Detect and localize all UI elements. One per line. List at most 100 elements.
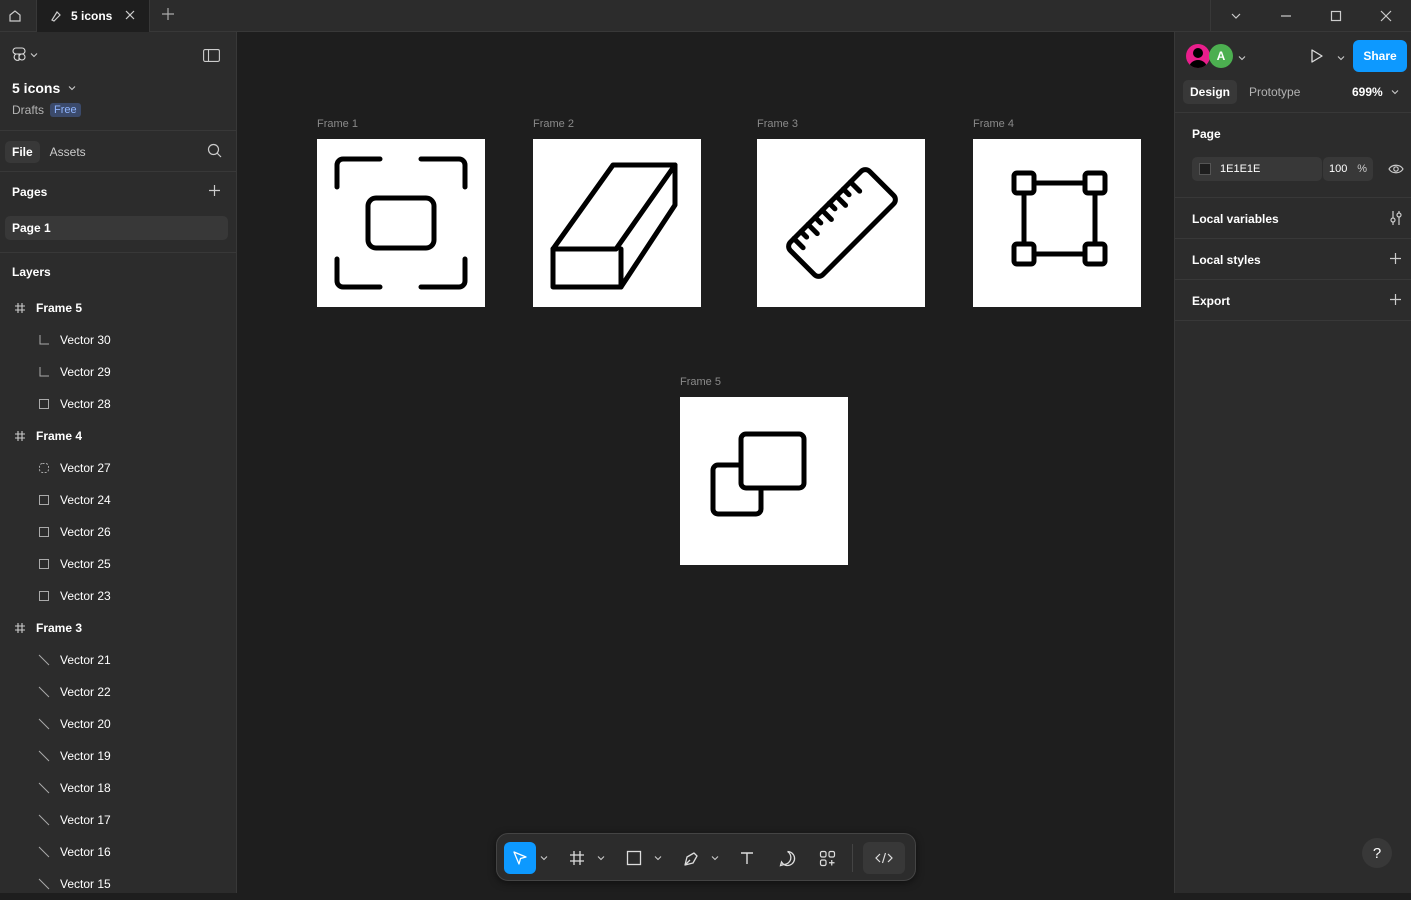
layer-row[interactable]: Vector 24	[0, 484, 236, 516]
present-chevron-down-icon[interactable]	[1337, 51, 1345, 65]
minimize-icon[interactable]	[1261, 0, 1311, 31]
tab-assets[interactable]: Assets	[50, 145, 86, 159]
page-item-page-1[interactable]: Page 1	[5, 216, 228, 240]
help-button[interactable]: ?	[1362, 838, 1392, 868]
page-item-label: Page 1	[12, 221, 51, 235]
zoom-menu[interactable]: 699%	[1352, 85, 1399, 99]
frame-2[interactable]	[533, 139, 701, 307]
frame-5-label[interactable]: Frame 5	[680, 376, 721, 388]
vector-line-icon	[36, 686, 52, 698]
layer-row[interactable]: Vector 23	[0, 580, 236, 612]
layer-row[interactable]: Vector 26	[0, 516, 236, 548]
frame-5[interactable]	[680, 397, 848, 565]
frame-4-label[interactable]: Frame 4	[973, 118, 1014, 130]
layer-label: Vector 15	[60, 877, 111, 891]
maximize-icon[interactable]	[1311, 0, 1361, 31]
window-close-icon[interactable]	[1361, 0, 1411, 31]
export-heading: Export	[1192, 294, 1231, 308]
layer-row[interactable]: Vector 20	[0, 708, 236, 740]
layer-row[interactable]: Vector 17	[0, 804, 236, 836]
move-tool-button[interactable]	[504, 842, 536, 874]
present-play-icon[interactable]	[1309, 48, 1325, 67]
sidebar-toggle-icon[interactable]	[203, 49, 220, 65]
layer-row[interactable]: Vector 21	[0, 644, 236, 676]
pen-tool-button[interactable]	[675, 842, 707, 874]
frame-4[interactable]	[973, 139, 1141, 307]
move-tool-chevron-down-icon[interactable]	[538, 842, 550, 874]
share-button[interactable]: Share	[1353, 40, 1407, 72]
frame-2-label[interactable]: Frame 2	[533, 118, 574, 130]
page-color-field[interactable]: 1E1E1E	[1192, 157, 1322, 181]
layer-label: Vector 29	[60, 365, 111, 379]
frame-1-label[interactable]: Frame 1	[317, 118, 358, 130]
layer-row[interactable]: Vector 25	[0, 548, 236, 580]
layer-row[interactable]: Frame 3	[0, 612, 236, 644]
new-tab-plus-icon[interactable]	[160, 6, 176, 25]
vector-line-icon	[36, 814, 52, 826]
person-icon	[1189, 48, 1207, 68]
hash-frame-icon	[570, 851, 584, 865]
layer-row[interactable]: Vector 15	[0, 868, 236, 900]
layer-label: Vector 24	[60, 493, 111, 507]
home-icon[interactable]	[0, 0, 30, 31]
shape-tool-button[interactable]	[618, 842, 650, 874]
layer-row[interactable]: Vector 30	[0, 324, 236, 356]
variables-sliders-icon[interactable]	[1389, 210, 1403, 229]
layer-row[interactable]: Frame 5	[0, 292, 236, 324]
local-variables-heading[interactable]: Local variables	[1192, 212, 1279, 226]
close-icon[interactable]	[123, 8, 137, 25]
chevron-down-icon[interactable]	[1211, 0, 1261, 31]
avatars-chevron-down-icon[interactable]	[1238, 51, 1246, 65]
file-tab[interactable]: 5 icons	[36, 0, 150, 32]
dev-mode-toggle[interactable]	[863, 842, 905, 874]
color-swatch[interactable]	[1199, 163, 1211, 175]
canvas[interactable]: Frame 1 Frame 2 Frame 3 Frame 4 Frame 5	[237, 32, 1174, 893]
layer-row[interactable]: Vector 29	[0, 356, 236, 388]
text-tool-button[interactable]	[731, 842, 763, 874]
layer-row[interactable]: Vector 28	[0, 388, 236, 420]
file-name-menu[interactable]: 5 icons	[12, 80, 76, 96]
comment-icon	[779, 850, 795, 866]
frame-3-label[interactable]: Frame 3	[757, 118, 798, 130]
vector-line-icon	[36, 782, 52, 794]
frame-tool-chevron-down-icon[interactable]	[595, 842, 607, 874]
collaborator-avatar[interactable]: A	[1209, 44, 1233, 68]
visibility-eye-icon[interactable]	[1388, 162, 1404, 179]
add-style-plus-icon[interactable]	[1389, 252, 1402, 268]
search-icon[interactable]	[207, 143, 222, 161]
layer-row[interactable]: Vector 19	[0, 740, 236, 772]
tab-file[interactable]: File	[5, 141, 40, 163]
vector-line-icon	[36, 750, 52, 762]
vector-line-icon	[36, 718, 52, 730]
tab-design[interactable]: Design	[1183, 80, 1238, 104]
layer-row[interactable]: Vector 18	[0, 772, 236, 804]
zoom-level: 699%	[1352, 85, 1383, 99]
vector-dashed-icon	[36, 462, 52, 474]
frame-tool-button[interactable]	[561, 842, 593, 874]
page-opacity-field[interactable]: 100 %	[1323, 157, 1373, 181]
vector-rect-icon	[36, 558, 52, 570]
layer-row[interactable]: Vector 22	[0, 676, 236, 708]
drafts-link[interactable]: Drafts	[12, 103, 44, 117]
layer-row[interactable]: Vector 16	[0, 836, 236, 868]
pen-tool-chevron-down-icon[interactable]	[709, 842, 721, 874]
comment-tool-button[interactable]	[771, 842, 803, 874]
chevron-down-icon	[68, 86, 76, 91]
right-panel: A Design Prototype 699% Page 1E1E1E 100 …	[1174, 32, 1411, 893]
add-page-plus-icon[interactable]	[208, 184, 221, 200]
add-export-plus-icon[interactable]	[1389, 293, 1402, 309]
shape-tool-chevron-down-icon[interactable]	[652, 842, 664, 874]
frame-3[interactable]	[757, 139, 925, 307]
layer-row[interactable]: Frame 4	[0, 420, 236, 452]
tab-prototype[interactable]: Prototype	[1249, 85, 1300, 99]
user-avatar[interactable]	[1186, 44, 1210, 68]
layer-label: Vector 26	[60, 525, 111, 539]
plan-badge[interactable]: Free	[50, 103, 81, 117]
components-plus-icon	[819, 850, 835, 866]
actions-tool-button[interactable]	[811, 842, 843, 874]
layer-row[interactable]: Vector 27	[0, 452, 236, 484]
main-menu-button[interactable]	[12, 47, 38, 63]
file-tab-title: 5 icons	[71, 9, 113, 23]
bottom-toolbar	[496, 833, 916, 881]
frame-1[interactable]	[317, 139, 485, 307]
